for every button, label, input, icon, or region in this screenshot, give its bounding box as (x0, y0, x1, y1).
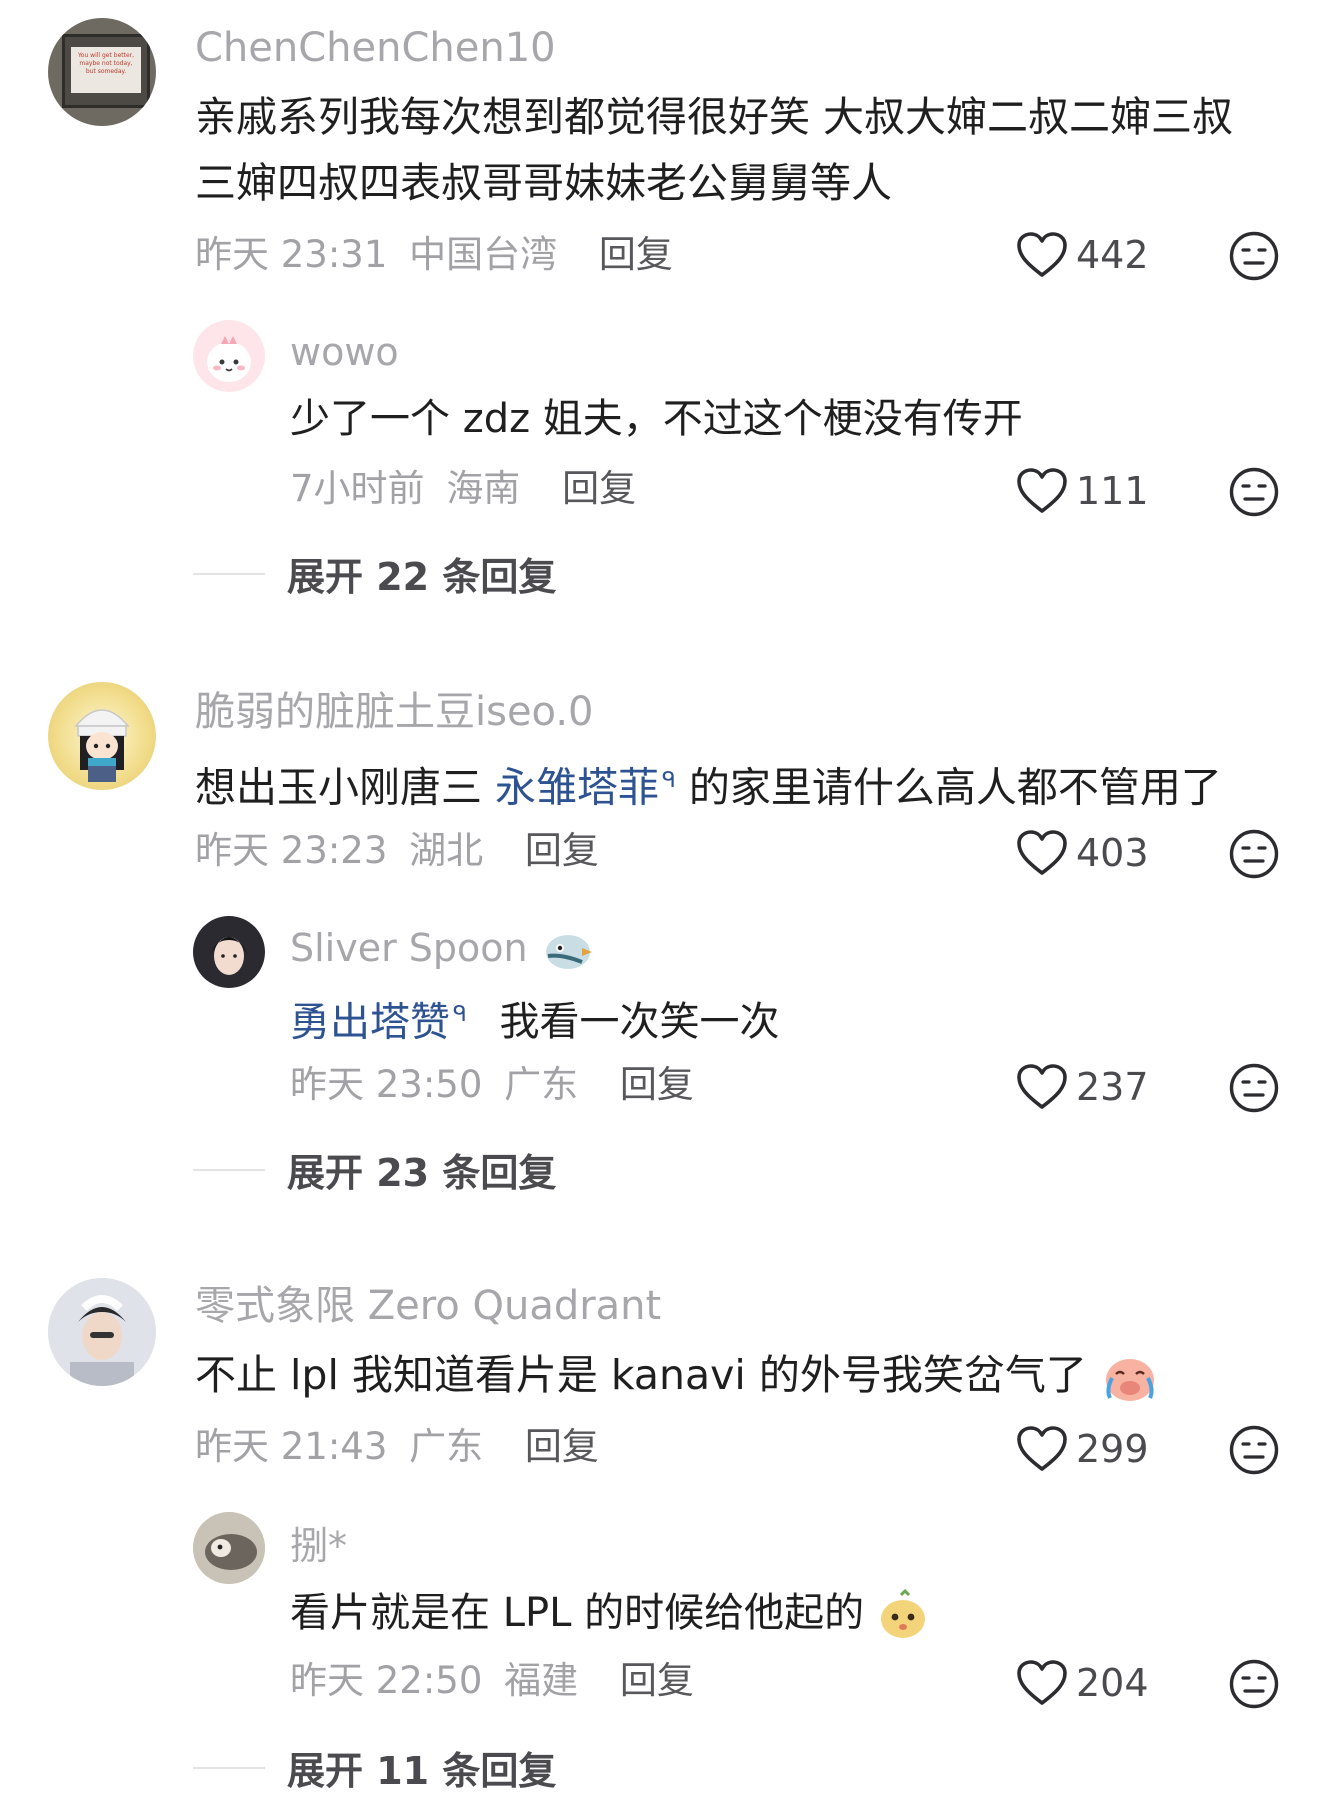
comment-time: 昨天 23:31 (195, 233, 388, 276)
expand-replies[interactable]: 展开 23 条回复 (193, 1142, 556, 1197)
heart-outline-icon (1016, 1659, 1068, 1707)
like-button[interactable]: 299 (1016, 1422, 1149, 1476)
avatar-sign-text: You will get better, maybe not today, bu… (77, 52, 135, 75)
avatar-portrait-icon (211, 937, 247, 975)
reply-location: 海南 (446, 467, 521, 510)
crying-laughing-pig-emoji (1105, 1359, 1154, 1401)
like-count: 442 (1076, 233, 1149, 277)
comment-text-line: 亲戚系列我每次想到都觉得很好笑 大叔大婶二叔二婶三叔 (195, 93, 1234, 141)
reply-username[interactable]: 捌* (290, 1522, 347, 1570)
comment-text-part: 想出玉小刚唐三 (195, 763, 496, 812)
expand-replies[interactable]: 展开 11 条回复 (193, 1740, 556, 1795)
like-button[interactable]: 442 (1016, 228, 1149, 282)
expand-replies[interactable]: 展开 22 条回复 (193, 546, 556, 601)
like-count: 237 (1076, 1065, 1149, 1109)
reply-button[interactable]: 回复 (562, 467, 636, 510)
heart-outline-icon (1016, 829, 1068, 877)
avatar-sign-board: You will get better, maybe not today, bu… (71, 47, 141, 93)
comment-meta: 昨天 23:23 湖北 回复 (195, 828, 599, 874)
reply-username-text: Sliver Spoon (290, 926, 528, 970)
avatar[interactable] (193, 320, 265, 392)
neutral-face-icon[interactable] (1228, 1062, 1280, 1114)
comment-text-part: 不止 lpl 我知道看片是 kanavi 的外号我笑岔气了 (195, 1351, 1087, 1399)
comment-username[interactable]: 脆弱的脏脏土豆iseo.0 (195, 688, 594, 736)
reply-time: 昨天 23:50 (290, 1063, 483, 1106)
reply-text-part: 我看一次笑一次 (499, 999, 780, 1046)
search-link[interactable]: 勇出塔赞 (290, 999, 450, 1045)
avatar-portrait-icon (48, 1278, 156, 1386)
reply-text-part: 看片就是在 LPL 的时候给他起的 (290, 1590, 865, 1636)
reply-time: 7小时前 (290, 467, 425, 510)
avatar[interactable] (48, 682, 156, 790)
like-count: 204 (1076, 1661, 1149, 1705)
comment-location: 广东 (409, 1425, 484, 1468)
like-count: 299 (1076, 1427, 1149, 1471)
like-button[interactable]: 403 (1016, 826, 1149, 880)
comment-location: 湖北 (409, 829, 484, 872)
neutral-face-icon[interactable] (1228, 828, 1280, 880)
reply-button[interactable]: 回复 (620, 1063, 694, 1106)
search-link[interactable]: 永雏塔菲 (495, 764, 659, 812)
avatar-character-icon (207, 336, 251, 382)
avatar[interactable]: You will get better, maybe not today, bu… (48, 18, 156, 126)
heart-outline-icon (1016, 467, 1068, 515)
divider (193, 1168, 265, 1171)
search-icon: ᑫ (453, 1002, 467, 1027)
neutral-face-icon[interactable] (1228, 466, 1280, 518)
avatar-sign-frame: You will get better, maybe not today, bu… (62, 34, 150, 108)
avatar[interactable] (48, 1278, 156, 1386)
comment-meta: 昨天 23:31 中国台湾 回复 (195, 232, 673, 278)
like-button[interactable]: 204 (1016, 1656, 1149, 1710)
search-icon: ᑫ (662, 768, 676, 793)
bird-emoji (545, 934, 592, 969)
cat-face-emoji (880, 1589, 925, 1638)
comment-text-line: 三婶四叔四表叔哥哥妹妹老公舅舅等人 (195, 159, 892, 207)
reply-meta: 7小时前 海南 回复 (290, 466, 636, 512)
comment-time: 昨天 21:43 (195, 1425, 388, 1468)
comment-time: 昨天 23:23 (195, 829, 388, 872)
comment-username[interactable]: ChenChenChen10 (195, 24, 556, 72)
reply-button[interactable]: 回复 (599, 233, 673, 276)
reply-meta: 昨天 22:50 福建 回复 (290, 1658, 694, 1704)
avatar[interactable] (193, 1512, 265, 1584)
divider (193, 572, 265, 575)
reply-time: 昨天 22:50 (290, 1659, 483, 1702)
avatar[interactable] (193, 916, 265, 988)
expand-replies-label: 展开 22 条回复 (287, 555, 557, 599)
heart-outline-icon (1016, 231, 1068, 279)
like-button[interactable]: 237 (1016, 1060, 1149, 1114)
heart-outline-icon (1016, 1063, 1068, 1111)
reply-text: 少了一个 zdz 姐夫，不过这个梗没有传开 (290, 396, 1023, 442)
neutral-face-icon[interactable] (1228, 230, 1280, 282)
reply-button[interactable]: 回复 (525, 829, 599, 872)
reply-username[interactable]: wowo (290, 328, 399, 376)
heart-outline-icon (1016, 1425, 1068, 1473)
like-button[interactable]: 111 (1016, 464, 1149, 518)
reply-button[interactable]: 回复 (525, 1425, 599, 1468)
comment-text: 想出玉小刚唐三 永雏塔菲 ᑫ 的家里请什么高人都不管用了 (195, 756, 1222, 813)
comment-text-part: 的家里请什么高人都不管用了 (675, 763, 1222, 812)
avatar-character-icon (74, 709, 130, 782)
comment-meta: 昨天 21:43 广东 回复 (195, 1424, 599, 1470)
like-count: 111 (1076, 469, 1149, 513)
comment-location: 中国台湾 (409, 233, 558, 276)
expand-replies-label: 展开 11 条回复 (287, 1749, 557, 1793)
reply-text: 看片就是在 LPL 的时候给他起的 (290, 1588, 929, 1641)
expand-replies-label: 展开 23 条回复 (287, 1151, 557, 1195)
reply-username[interactable]: Sliver Spoon (290, 924, 596, 974)
reply-location: 广东 (504, 1063, 579, 1106)
comment-username[interactable]: 零式象限 Zero Quadrant (195, 1282, 661, 1330)
neutral-face-icon[interactable] (1228, 1658, 1280, 1710)
reply-text: 勇出塔赞 ᑫ 我看一次笑一次 (290, 990, 780, 1047)
divider (193, 1766, 265, 1769)
like-count: 403 (1076, 831, 1149, 875)
neutral-face-icon[interactable] (1228, 1424, 1280, 1476)
reply-meta: 昨天 23:50 广东 回复 (290, 1062, 694, 1108)
reply-location: 福建 (504, 1659, 579, 1702)
reply-button[interactable]: 回复 (620, 1659, 694, 1702)
comment-text: 不止 lpl 我知道看片是 kanavi 的外号我笑岔气了 (195, 1350, 1158, 1404)
avatar-animal-icon (193, 1512, 265, 1584)
